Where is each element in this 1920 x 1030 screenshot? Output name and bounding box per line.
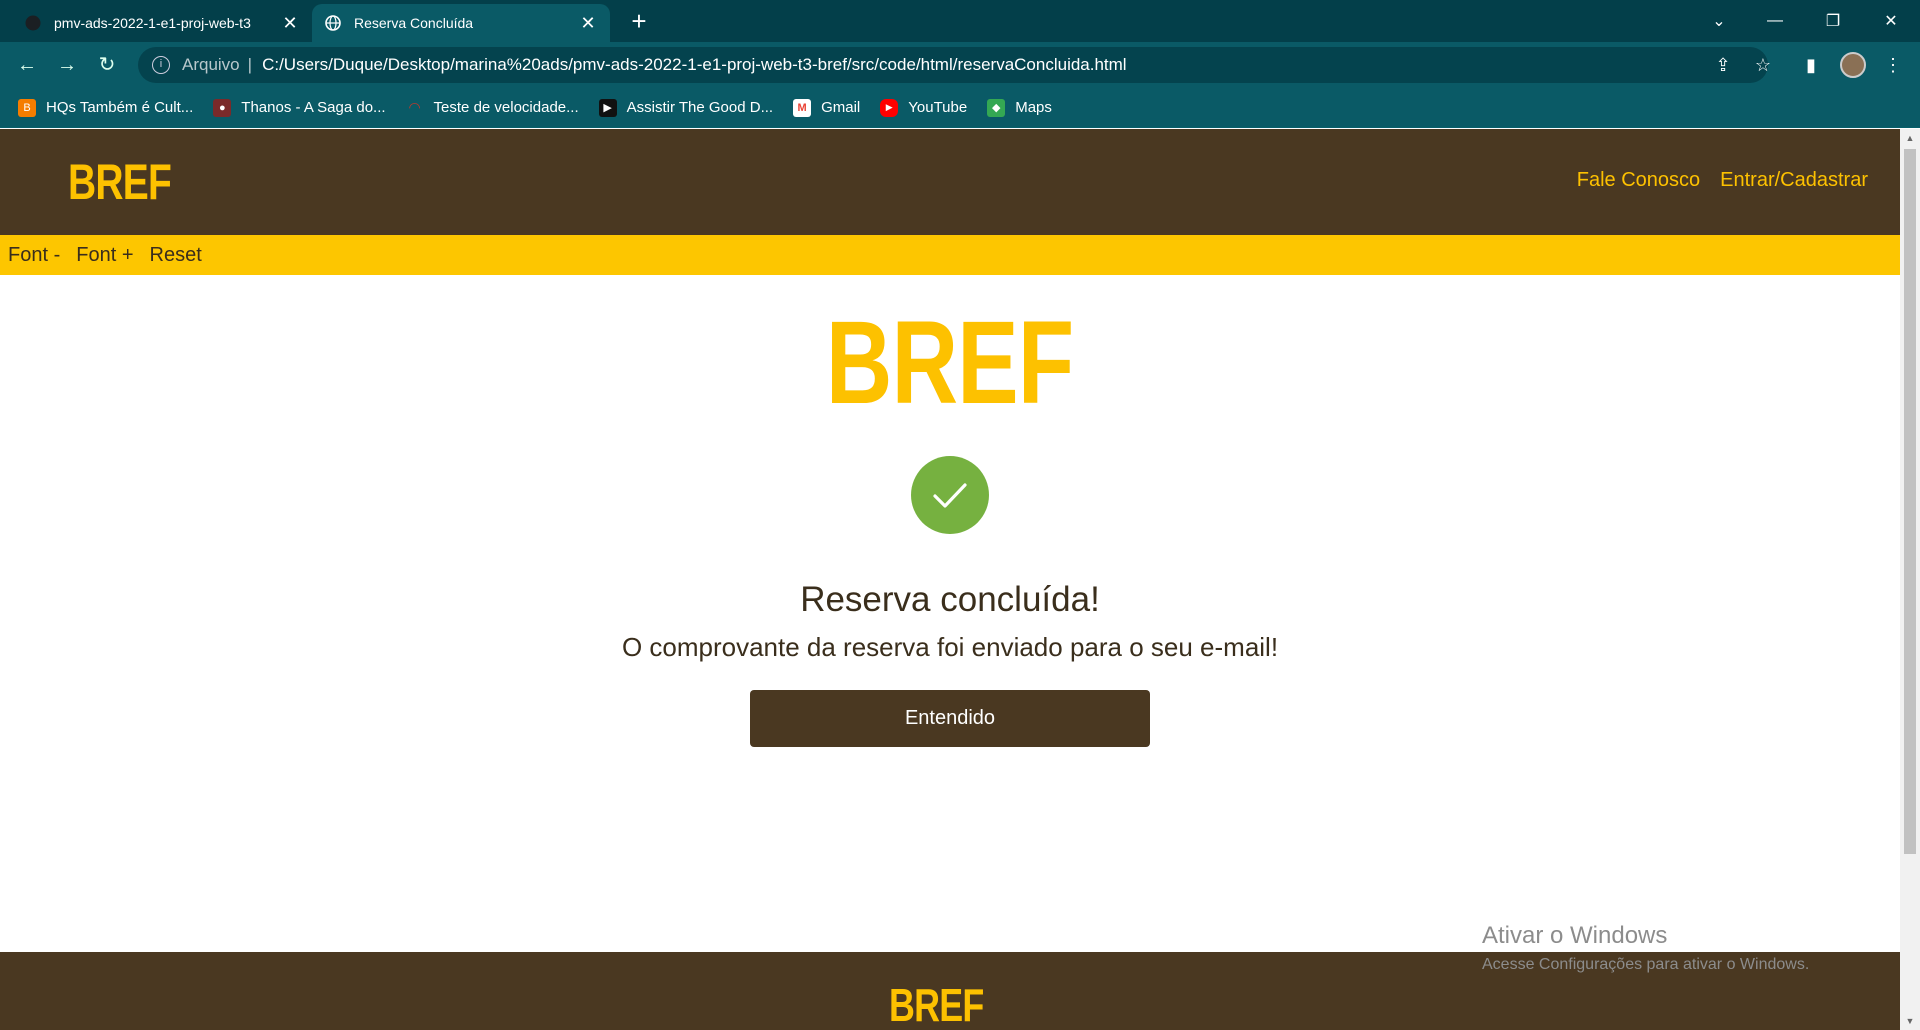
bookmark-gmail[interactable]: M Gmail	[793, 98, 861, 117]
nav-link-contact[interactable]: Fale Conosco	[1577, 169, 1700, 192]
back-icon[interactable]: ←	[12, 50, 42, 80]
new-tab-button[interactable]: +	[624, 6, 654, 36]
minimize-icon[interactable]: —	[1750, 0, 1800, 42]
bookmark-label: HQs Também é Cult...	[46, 99, 194, 116]
bookmark-maps[interactable]: ◆ Maps	[987, 98, 1052, 117]
page-scrollbar[interactable]: ▲ ▼	[1900, 129, 1920, 1030]
tab-reserva-concluida[interactable]: Reserva Concluída ✕	[312, 4, 610, 42]
tab-github-repo[interactable]: pmv-ads-2022-1-e1-proj-web-t3 ✕	[12, 4, 312, 42]
confirmation-message: O comprovante da reserva foi enviado par…	[621, 632, 1279, 662]
windows-activation-watermark: Ativar o Windows Acesse Configurações pa…	[1482, 922, 1809, 974]
bookmark-thanos[interactable]: ● Thanos - A Saga do...	[213, 98, 386, 117]
play-icon: ▶	[598, 98, 617, 117]
site-header: BREF Fale Conosco Entrar/Cadastrar	[0, 129, 1900, 235]
forward-icon[interactable]: →	[52, 50, 82, 80]
restore-icon[interactable]: ❐	[1808, 0, 1858, 42]
tab-search-icon[interactable]: ⌄	[1694, 0, 1744, 42]
close-tab-icon[interactable]: ✕	[280, 13, 300, 34]
bookmark-youtube[interactable]: ▶ YouTube	[880, 98, 968, 117]
bookmark-label: Gmail	[821, 99, 861, 116]
profile-avatar[interactable]	[1840, 52, 1866, 78]
speedtest-icon: ◠	[408, 99, 421, 115]
accessibility-bar: Font - Font + Reset	[0, 235, 1900, 275]
share-icon[interactable]: ⇪	[1708, 50, 1738, 80]
bookmarks-bar: B HQs Também é Cult... ● Thanos - A Saga…	[0, 88, 1920, 128]
globe-icon	[324, 14, 342, 32]
footer-logo: BREF	[889, 979, 984, 1030]
confirmation-title: Reserva concluída!	[800, 580, 1100, 619]
gmail-icon: M	[793, 98, 812, 117]
bookmark-star-icon[interactable]: ☆	[1748, 50, 1778, 80]
bookmark-label: Teste de velocidade...	[433, 99, 579, 116]
tab-title: Reserva Concluída	[354, 15, 474, 31]
youtube-icon: ▶	[880, 98, 899, 117]
understood-button[interactable]: Entendido	[750, 690, 1150, 747]
nav-link-login[interactable]: Entrar/Cadastrar	[1720, 169, 1868, 192]
bookmark-label: Maps	[1015, 99, 1052, 116]
close-window-icon[interactable]: ✕	[1866, 0, 1916, 42]
address-url[interactable]: C:/Users/Duque/Desktop/marina%20ads/pmv-…	[262, 55, 1127, 75]
font-decrease-button[interactable]: Font -	[8, 244, 60, 267]
reload-icon[interactable]: ↻	[92, 50, 122, 80]
address-bar[interactable]: i Arquivo | C:/Users/Duque/Desktop/marin…	[138, 47, 1768, 83]
main-logo: BREF	[826, 297, 1074, 429]
bookmark-hqs[interactable]: B HQs Também é Cult...	[18, 98, 194, 117]
address-scheme-label: Arquivo	[182, 55, 240, 74]
address-separator: |	[247, 55, 253, 74]
side-panel-icon[interactable]: ▮	[1796, 50, 1826, 80]
menu-icon[interactable]: ⋮	[1878, 50, 1908, 80]
browser-tab-bar: pmv-ads-2022-1-e1-proj-web-t3 ✕ Reserva …	[0, 0, 1920, 42]
success-check-icon	[911, 456, 989, 534]
watermark-title: Ativar o Windows	[1482, 922, 1668, 949]
bookmark-good-doctor[interactable]: ▶ Assistir The Good D...	[598, 98, 774, 117]
bookmark-label: Assistir The Good D...	[626, 99, 774, 116]
maps-icon: ◆	[987, 98, 1006, 117]
scroll-up-icon[interactable]: ▲	[1900, 133, 1920, 143]
scroll-down-icon[interactable]: ▼	[1900, 1016, 1920, 1026]
tab-title: pmv-ads-2022-1-e1-proj-web-t3	[54, 15, 251, 31]
font-increase-button[interactable]: Font +	[76, 244, 133, 267]
blogger-icon: B	[18, 98, 36, 117]
bookmark-speedtest[interactable]: ◠ Teste de velocidade...	[406, 99, 579, 117]
page-viewport: BREF Fale Conosco Entrar/Cadastrar Font …	[0, 129, 1900, 1030]
site-nav: Fale Conosco Entrar/Cadastrar	[1577, 169, 1868, 192]
bookmark-label: Thanos - A Saga do...	[241, 99, 386, 116]
main-logo-wrap: BREF	[0, 295, 1900, 431]
browser-toolbar: ← → ↻ i Arquivo | C:/Users/Duque/Desktop…	[0, 42, 1920, 88]
font-reset-button[interactable]: Reset	[150, 244, 202, 267]
scrollbar-thumb[interactable]	[1904, 149, 1916, 854]
bookmark-label: YouTube	[908, 99, 968, 116]
github-icon	[24, 14, 42, 32]
info-icon[interactable]: i	[152, 56, 170, 74]
watermark-subtitle: Acesse Configurações para ativar o Windo…	[1482, 956, 1810, 973]
close-tab-icon[interactable]: ✕	[578, 13, 598, 34]
thanos-icon: ●	[213, 98, 232, 117]
footer-logo-wrap: BREF	[0, 978, 1900, 1030]
site-logo[interactable]: BREF	[68, 153, 172, 211]
